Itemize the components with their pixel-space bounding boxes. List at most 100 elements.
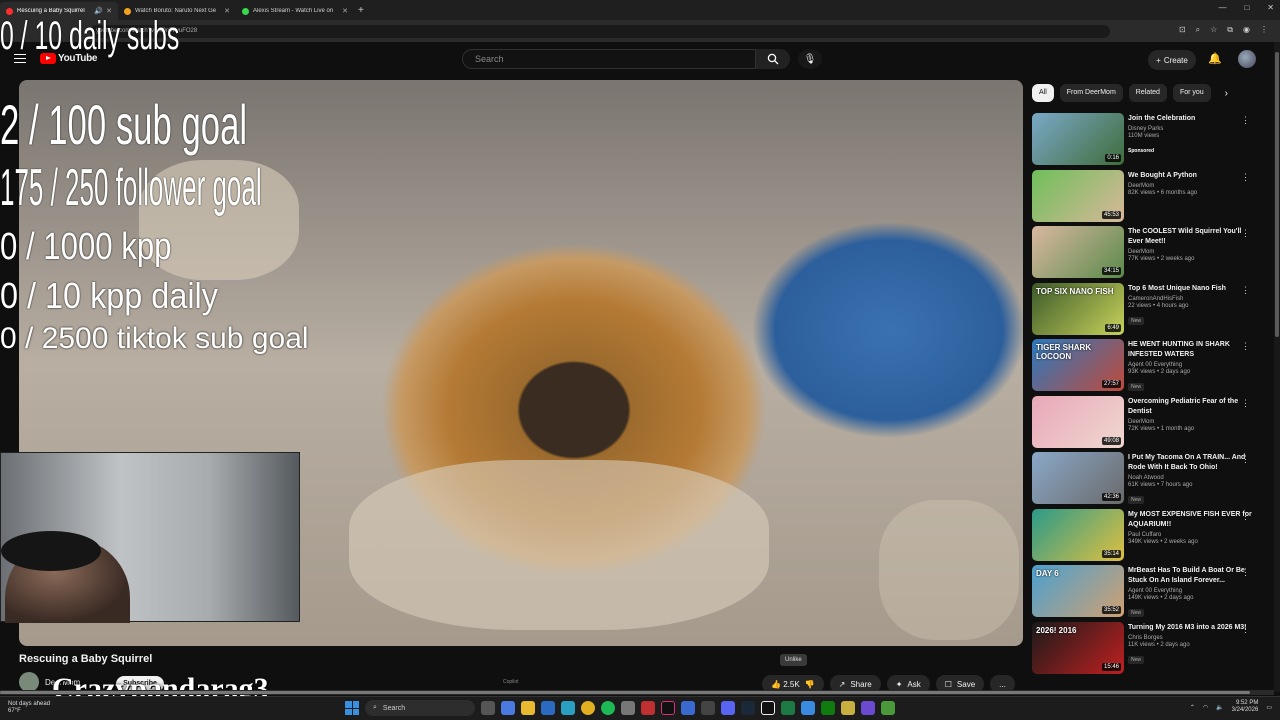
windows-start-icon[interactable]	[345, 701, 359, 715]
minimize-button[interactable]: —	[1218, 3, 1226, 12]
network-icon[interactable]: ◠	[1203, 704, 1208, 711]
horizontal-scrollbar[interactable]	[0, 690, 1274, 695]
video-title[interactable]: The COOLEST Wild Squirrel You'll Ever Me…	[1128, 227, 1252, 247]
vertical-scrollbar[interactable]	[1274, 42, 1280, 692]
video-thumbnail[interactable]: 42:36	[1032, 452, 1124, 504]
notifications-bell-icon[interactable]: 🔔	[1208, 52, 1222, 65]
search-button[interactable]	[756, 49, 790, 69]
channel-name[interactable]: Noah Atwood	[1128, 475, 1252, 481]
chip-from-deermom[interactable]: From DeerMom	[1059, 84, 1123, 102]
video-title[interactable]: We Bought A Python	[1128, 171, 1252, 181]
chevron-right-icon[interactable]: ›	[1225, 88, 1228, 99]
video-title[interactable]: My MOST EXPENSIVE FISH EVER for AQUARIUM…	[1128, 510, 1252, 530]
chip-related[interactable]: Related	[1128, 84, 1167, 102]
chip-for-you[interactable]: For you	[1172, 84, 1211, 102]
new-tab-button[interactable]: +	[358, 5, 364, 16]
recommendation-item[interactable]: DAY 6 35:52 MrBeast Has To Build A Boat …	[1032, 565, 1268, 617]
recommendation-item[interactable]: 34:15 The COOLEST Wild Squirrel You'll E…	[1032, 226, 1268, 278]
recommendation-item[interactable]: TIGER SHARK LOCOON 27:57 HE WENT HUNTING…	[1032, 339, 1268, 391]
maximize-button[interactable]: □	[1244, 3, 1249, 12]
chevron-up-icon[interactable]: ⌃	[1190, 704, 1195, 711]
app-icon[interactable]	[701, 701, 715, 715]
video-title[interactable]: HE WENT HUNTING IN SHARK INFESTED WATERS	[1128, 340, 1252, 360]
taskbar-search[interactable]: ⌕ Search	[365, 700, 475, 716]
kebab-menu-icon[interactable]: ⋮	[1241, 567, 1250, 578]
kebab-menu-icon[interactable]: ⋮	[1241, 285, 1250, 296]
kebab-menu-icon[interactable]: ⋮	[1241, 341, 1250, 352]
video-thumbnail[interactable]: 34:15	[1032, 226, 1124, 278]
video-thumbnail[interactable]: 49:08	[1032, 395, 1124, 448]
video-title[interactable]: Top 6 Most Unique Nano Fish	[1128, 284, 1252, 294]
search-input[interactable]: Search	[462, 49, 756, 69]
edge-icon[interactable]	[561, 701, 575, 715]
channel-name[interactable]: Agent 00 Everything	[1128, 362, 1252, 368]
close-tab-icon[interactable]: ✕	[342, 7, 348, 15]
video-title[interactable]: Overcoming Pediatric Fear of the Dentist	[1128, 397, 1252, 417]
channel-name[interactable]: Chris Borges	[1128, 635, 1252, 641]
avatar[interactable]	[1238, 50, 1256, 68]
channel-name[interactable]: Agent 00 Everything	[1128, 588, 1252, 594]
recommendation-item[interactable]: TOP SIX NANO FISH 6:49 Top 6 Most Unique…	[1032, 282, 1268, 335]
chrome-icon[interactable]	[581, 701, 595, 715]
voice-search-button[interactable]: 🎙	[798, 49, 822, 69]
kebab-menu-icon[interactable]: ⋮	[1241, 511, 1250, 522]
channel-name[interactable]: DeerMom	[1128, 183, 1252, 189]
scrollbar-thumb[interactable]	[0, 691, 1250, 694]
channel-name[interactable]: DeerMom	[1128, 419, 1252, 425]
app-icon[interactable]	[641, 701, 655, 715]
channel-name[interactable]: CameronAndHisFish	[1128, 296, 1252, 302]
store-icon[interactable]	[541, 701, 555, 715]
video-thumbnail[interactable]: TOP SIX NANO FISH 6:49	[1032, 282, 1124, 335]
recommendation-item[interactable]: 49:08 Overcoming Pediatric Fear of the D…	[1032, 395, 1268, 448]
app-icon[interactable]	[801, 701, 815, 715]
video-title[interactable]: Join the Celebration	[1128, 114, 1252, 124]
kebab-menu-icon[interactable]: ⋮	[1241, 115, 1250, 126]
recommendation-item[interactable]: 35:14 My MOST EXPENSIVE FISH EVER for AQ…	[1032, 508, 1268, 561]
channel-name[interactable]: DeerMom	[1128, 249, 1252, 255]
menu-icon[interactable]: ⋮	[1260, 25, 1268, 35]
discord-icon[interactable]	[721, 701, 735, 715]
kick-icon[interactable]	[761, 701, 775, 715]
steam-icon[interactable]	[741, 701, 755, 715]
copilot-icon[interactable]	[501, 701, 515, 715]
channel-name[interactable]: Disney Parks	[1128, 126, 1252, 132]
scrollbar-thumb[interactable]	[1275, 52, 1279, 337]
app-icon[interactable]	[861, 701, 875, 715]
extensions-icon[interactable]: ⧉	[1227, 25, 1233, 35]
video-thumbnail[interactable]: 0:16	[1032, 113, 1124, 165]
clock[interactable]: 9:52 PM 3/24/2026	[1232, 700, 1259, 714]
excel-icon[interactable]	[781, 701, 795, 715]
video-title[interactable]: I Put My Tacoma On A TRAIN... And Rode W…	[1128, 453, 1252, 473]
video-thumbnail[interactable]: 45:53	[1032, 169, 1124, 222]
like-button[interactable]: 👍 2.5K	[771, 680, 800, 689]
star-icon[interactable]: ☆	[1210, 25, 1217, 35]
spotify-icon[interactable]	[601, 701, 615, 715]
kebab-menu-icon[interactable]: ⋮	[1241, 624, 1250, 635]
profile-icon[interactable]: ◉	[1243, 25, 1250, 35]
video-title[interactable]: MrBeast Has To Build A Boat Or Be Stuck …	[1128, 566, 1252, 586]
weather-widget[interactable]: Not days ahead 67°F	[8, 701, 50, 715]
recommendation-item[interactable]: 45:53 We Bought A Python DeerMom 82K vie…	[1032, 169, 1268, 222]
xbox-icon[interactable]	[821, 701, 835, 715]
minecraft-icon[interactable]	[881, 701, 895, 715]
channel-avatar[interactable]	[19, 672, 39, 692]
install-icon[interactable]: ⊡	[1179, 25, 1186, 35]
recommendation-item[interactable]: 42:36 I Put My Tacoma On A TRAIN... And …	[1032, 452, 1268, 504]
create-button[interactable]: + Create	[1148, 50, 1196, 70]
kebab-menu-icon[interactable]: ⋮	[1241, 454, 1250, 465]
close-window-button[interactable]: ✕	[1267, 3, 1274, 12]
tab-alexis-stream[interactable]: Alexis Stream - Watch Live on ✕	[236, 2, 354, 20]
video-title[interactable]: Turning My 2016 M3 into a 2026 M3!	[1128, 623, 1252, 633]
recommendation-item[interactable]: 2026! 2016 15:46 Turning My 2016 M3 into…	[1032, 621, 1268, 674]
tiktok-icon[interactable]	[661, 701, 675, 715]
app-icon[interactable]	[681, 701, 695, 715]
app-icon[interactable]	[841, 701, 855, 715]
file-explorer-icon[interactable]	[521, 701, 535, 715]
dislike-button[interactable]: 👎	[805, 680, 815, 689]
kebab-menu-icon[interactable]: ⋮	[1241, 172, 1250, 183]
task-view-icon[interactable]	[481, 701, 495, 715]
close-tab-icon[interactable]: ✕	[224, 7, 230, 15]
notification-icon[interactable]: ▭	[1266, 704, 1272, 711]
video-thumbnail[interactable]: 2026! 2016 15:46	[1032, 621, 1124, 674]
kebab-menu-icon[interactable]: ⋮	[1241, 398, 1250, 409]
